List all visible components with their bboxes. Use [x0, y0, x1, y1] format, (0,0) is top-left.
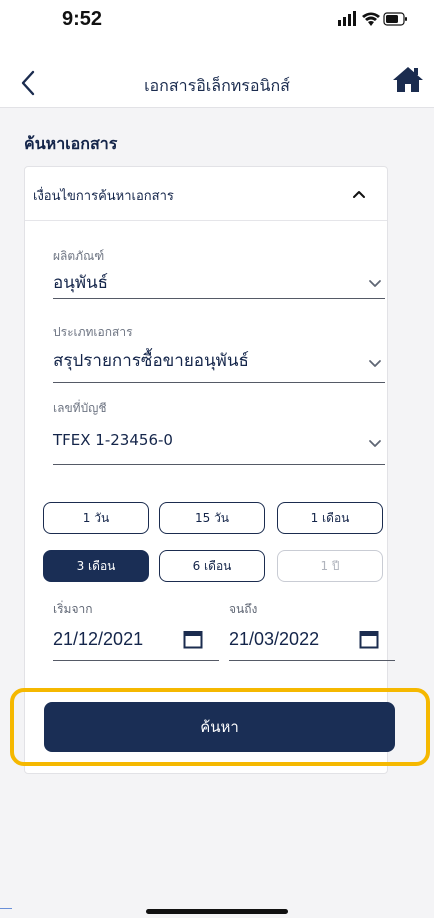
status-time: 9:52 — [62, 8, 103, 30]
account-value: TFEX 1-23456-0 — [53, 431, 173, 449]
document-type-select[interactable]: ประเภทเอกสาร สรุปรายการซื้อขายอนุพันธ์ — [53, 323, 385, 383]
start-date-field[interactable]: 21/12/2021 — [53, 621, 219, 661]
back-button[interactable] — [14, 68, 44, 98]
calendar-icon[interactable] — [183, 629, 203, 649]
edge-line — [0, 908, 12, 909]
document-type-value: สรุปรายการซื้อขายอนุพันธ์ — [53, 351, 249, 371]
document-type-label: ประเภทเอกสาร — [53, 325, 133, 339]
status-icons — [338, 10, 408, 30]
start-date-value: 21/12/2021 — [53, 629, 144, 649]
signal-icon — [338, 11, 356, 26]
range-15-days-button[interactable]: 15 วัน — [159, 502, 265, 534]
range-3-months-button[interactable]: 3 เดือน — [43, 550, 149, 582]
end-date-value: 21/03/2022 — [229, 629, 320, 649]
product-label: ผลิตภัณฑ์ — [53, 249, 105, 263]
section-title: ค้นหาเอกสาร — [24, 134, 118, 153]
range-6-months-button[interactable]: 6 เดือน — [159, 550, 265, 582]
battery-icon — [383, 12, 407, 26]
product-value: อนุพันธ์ — [53, 273, 109, 293]
collapse-button[interactable] — [347, 183, 371, 205]
home-button[interactable] — [392, 64, 424, 94]
search-filter-card: เงื่อนไขการค้นหาเอกสาร ผลิตภัณฑ์ อนุพันธ… — [24, 166, 395, 774]
range-1-month-button[interactable]: 1 เดือน — [277, 502, 383, 534]
home-icon — [393, 67, 423, 92]
range-1-year-button[interactable]: 1 ปี — [277, 550, 383, 582]
filter-panel-title: เงื่อนไขการค้นหาเอกสาร — [33, 189, 174, 204]
chevron-left-icon — [21, 70, 35, 96]
top-bar: 9:52 เอกสารอิเล็กทรอนิกส์ — [0, 0, 434, 108]
product-select[interactable]: ผลิตภัณฑ์ อนุพันธ์ — [53, 247, 385, 299]
chevron-down-icon — [369, 280, 381, 287]
filter-panel-header[interactable]: เงื่อนไขการค้นหาเอกสาร — [25, 167, 387, 221]
wifi-icon — [362, 12, 380, 26]
search-button[interactable]: ค้นหา — [44, 702, 395, 752]
end-date-field[interactable]: 21/03/2022 — [229, 621, 395, 661]
chevron-down-icon — [369, 360, 381, 367]
home-indicator[interactable] — [146, 909, 288, 914]
account-label: เลขที่บัญชี — [53, 401, 107, 415]
end-date-label: จนถึง — [229, 602, 258, 616]
calendar-icon[interactable] — [359, 629, 379, 649]
range-1-day-button[interactable]: 1 วัน — [43, 502, 149, 534]
chevron-up-icon — [353, 191, 365, 198]
chevron-down-icon — [369, 440, 381, 447]
start-date-label: เริ่มจาก — [53, 602, 93, 616]
account-select[interactable]: เลขที่บัญชี TFEX 1-23456-0 — [53, 399, 385, 465]
page-title: เอกสารอิเล็กทรอนิกส์ — [144, 76, 290, 95]
